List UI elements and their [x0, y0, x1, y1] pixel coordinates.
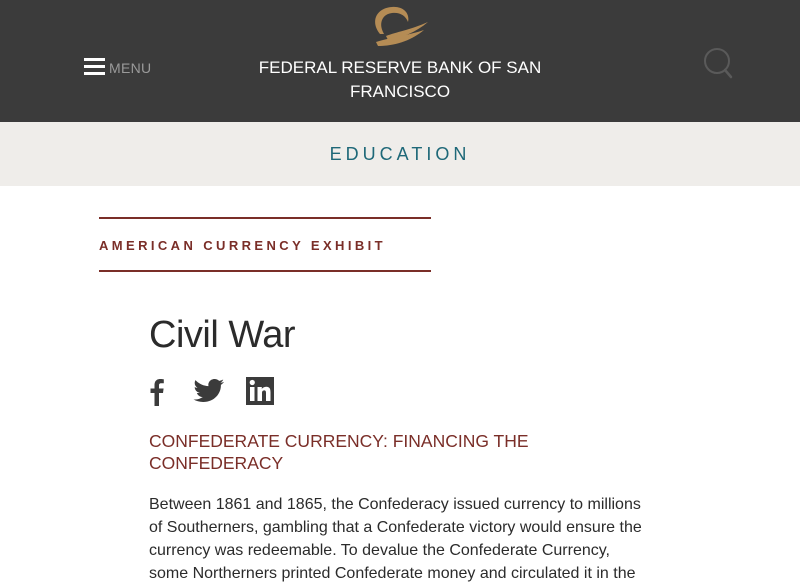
menu-label: MENU [109, 60, 152, 76]
exhibit-divider-top [99, 217, 431, 219]
search-icon[interactable] [702, 46, 734, 80]
linkedin-icon[interactable] [246, 376, 274, 406]
exhibit-link[interactable]: AMERICAN CURRENCY EXHIBIT [99, 237, 439, 255]
twitter-icon[interactable] [193, 376, 225, 406]
article-paragraph: Between 1861 and 1865, the Confederacy i… [149, 496, 642, 582]
site-header: MENU FEDERAL RESERVE BANK OF SAN FRANCIS… [0, 0, 800, 122]
article-subheading: CONFEDERATE CURRENCY: FINANCING THE CONF… [149, 431, 529, 473]
menu-button[interactable]: MENU [84, 54, 151, 78]
hamburger-icon [84, 57, 105, 75]
section-label[interactable]: EDUCATION [0, 143, 800, 165]
eagle-logo-icon[interactable] [366, 4, 432, 50]
facebook-icon[interactable] [149, 376, 165, 406]
exhibit-divider-bottom [99, 270, 431, 272]
page-title: Civil War [149, 314, 296, 356]
site-title[interactable]: FEDERAL RESERVE BANK OF SAN FRANCISCO [240, 56, 560, 104]
